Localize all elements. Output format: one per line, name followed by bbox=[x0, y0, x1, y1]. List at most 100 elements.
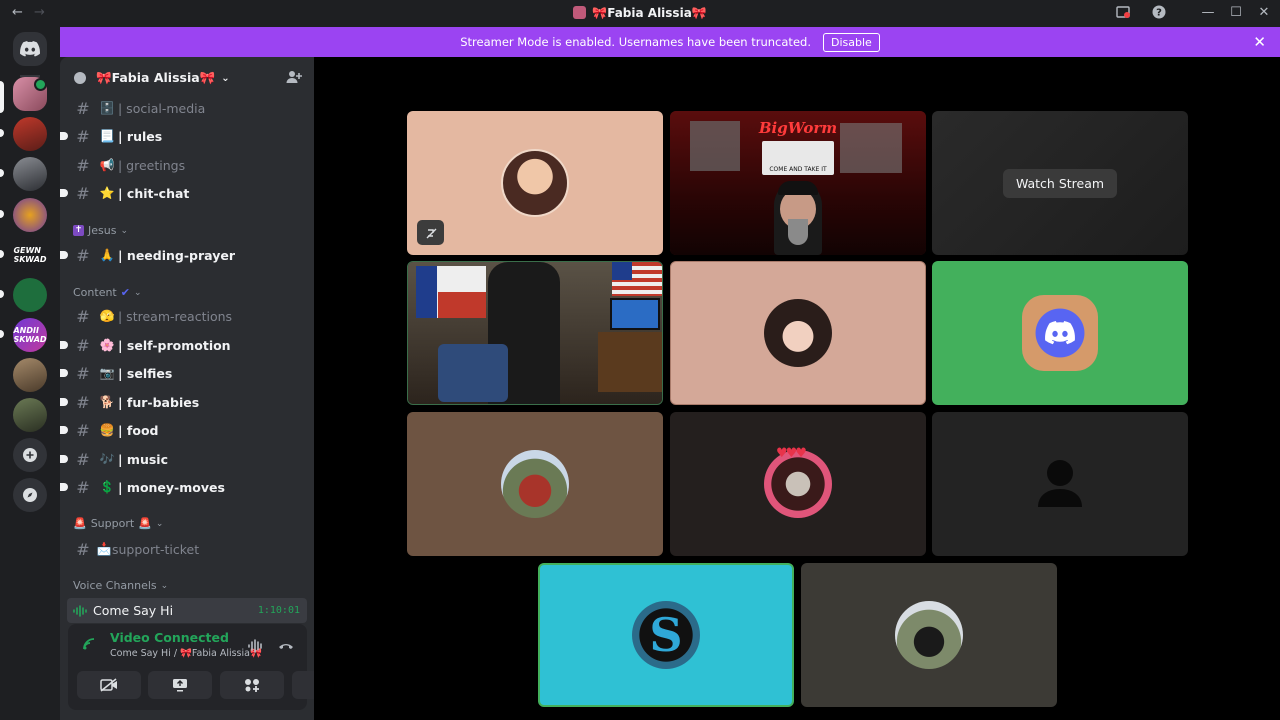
chevron-down-icon: ⌄ bbox=[155, 518, 164, 529]
channel-money-moves[interactable]: # 💲 | money-moves bbox=[60, 474, 306, 500]
discord-home-icon[interactable] bbox=[13, 32, 47, 66]
banner-message: Streamer Mode is enabled. Usernames have… bbox=[460, 35, 811, 49]
s-logo-avatar: S bbox=[632, 601, 700, 669]
guild-name: 🎀Fabia Alissia🎀 bbox=[96, 70, 216, 85]
activities-icon bbox=[245, 679, 259, 692]
voice-channel-name: Come Say Hi bbox=[93, 603, 174, 618]
participant-video-tile[interactable] bbox=[407, 261, 663, 405]
close-icon[interactable]: ✕ bbox=[1253, 33, 1266, 51]
screen-share-button[interactable] bbox=[148, 671, 212, 699]
unread-indicator bbox=[60, 483, 68, 491]
unread-indicator bbox=[60, 398, 68, 406]
unread-indicator bbox=[60, 341, 68, 349]
maximize-icon[interactable]: ☐ bbox=[1228, 5, 1244, 21]
participant-avatar bbox=[501, 149, 569, 217]
title-bar: ← → 🎀Fabia Alissia🎀 ? — ☐ ✕ bbox=[0, 0, 1280, 27]
server-avatar-icon bbox=[573, 6, 587, 19]
server-4-icon[interactable] bbox=[13, 198, 47, 232]
video-connected-status[interactable]: Video Connected bbox=[110, 630, 229, 645]
channel-music[interactable]: # 🎶 | music bbox=[60, 446, 306, 472]
hashtag-icon: # bbox=[76, 306, 90, 326]
come-and-take-it-sign: COME AND TAKE IT bbox=[762, 141, 834, 175]
participant-avatar bbox=[895, 601, 963, 669]
server-rail: GEWN SKWAD ANDII SKWAD bbox=[0, 27, 60, 720]
chevron-down-icon: ⌄ bbox=[160, 580, 169, 591]
channel-self-promotion[interactable]: # 🌸 | self-promotion bbox=[60, 332, 306, 358]
discover-icon[interactable] bbox=[13, 478, 47, 512]
participant-tile[interactable] bbox=[670, 261, 926, 405]
participant-tile[interactable] bbox=[932, 412, 1188, 556]
chevron-down-icon: ⌄ bbox=[133, 287, 142, 298]
category-voice-channels[interactable]: Voice Channels ⌄ bbox=[73, 579, 168, 592]
noise-suppression-icon[interactable] bbox=[248, 638, 264, 657]
window-close-icon[interactable]: ✕ bbox=[1256, 5, 1272, 21]
streamer-mode-banner: Streamer Mode is enabled. Usernames have… bbox=[60, 27, 1280, 57]
voice-waveform-icon bbox=[67, 604, 93, 617]
participant-tile[interactable] bbox=[407, 412, 663, 556]
video-grid: BigWorm COME AND TAKE IT Watch Stream ♥♥… bbox=[314, 57, 1280, 720]
category-support[interactable]: 🚨 Support 🚨 ⌄ bbox=[73, 517, 163, 530]
voice-connection-panel: Video Connected Come Say Hi / 🎀Fabia Ali… bbox=[68, 624, 314, 710]
unread-indicator bbox=[60, 455, 68, 463]
hashtag-icon: # bbox=[76, 245, 90, 265]
signal-icon[interactable] bbox=[82, 636, 96, 655]
server-9-icon[interactable] bbox=[13, 398, 47, 432]
hashtag-icon: # bbox=[76, 449, 90, 469]
server-andii-skwad-icon[interactable]: ANDII SKWAD bbox=[13, 318, 47, 352]
hashtag-icon: # bbox=[76, 392, 90, 412]
channel-support-ticket[interactable]: # 📩 support-ticket bbox=[68, 536, 306, 562]
back-arrow-icon[interactable]: ← bbox=[12, 5, 23, 20]
participant-video-tile[interactable]: BigWorm COME AND TAKE IT bbox=[670, 111, 926, 255]
participant-tile[interactable]: ♥♥♥ bbox=[670, 412, 926, 556]
channel-food[interactable]: # 🍔 | food bbox=[60, 417, 306, 443]
voice-channel-come-say-hi[interactable]: Come Say Hi 1:10:01 bbox=[67, 598, 307, 623]
voice-location[interactable]: Come Say Hi / 🎀Fabia Alissia🎀 bbox=[110, 648, 262, 659]
disable-button[interactable]: Disable bbox=[822, 32, 880, 52]
help-icon[interactable]: ? bbox=[1151, 5, 1167, 21]
siren-icon: 🚨 bbox=[73, 517, 87, 530]
disconnect-icon[interactable] bbox=[278, 638, 294, 657]
channel-rules[interactable]: # 📃 | rules bbox=[60, 123, 306, 149]
stream-title: BigWorm bbox=[758, 119, 838, 137]
forward-arrow-icon[interactable]: → bbox=[34, 5, 45, 20]
activities-button[interactable] bbox=[220, 671, 284, 699]
server-8-icon[interactable] bbox=[13, 358, 47, 392]
unread-indicator bbox=[60, 426, 68, 434]
hashtag-icon: # bbox=[76, 155, 90, 175]
participant-tile[interactable] bbox=[407, 111, 663, 255]
category-jesus[interactable]: ✝ Jesus ⌄ bbox=[73, 224, 128, 237]
voice-activity-badge bbox=[34, 78, 47, 91]
channel-fur-babies[interactable]: # 🐕 | fur-babies bbox=[60, 389, 306, 415]
unread-indicator bbox=[60, 132, 68, 140]
invite-people-icon[interactable] bbox=[286, 69, 302, 88]
participant-tile-speaking[interactable]: S bbox=[538, 563, 794, 707]
stream-preview-tile[interactable]: Watch Stream bbox=[932, 111, 1188, 255]
channel-stream-reactions[interactable]: # 🫣 | stream-reactions bbox=[68, 303, 306, 329]
participant-tile[interactable] bbox=[801, 563, 1057, 707]
default-user-icon bbox=[1038, 460, 1082, 507]
watch-stream-button[interactable]: Watch Stream bbox=[1002, 168, 1118, 198]
category-content[interactable]: Content ✔ ⌄ bbox=[73, 286, 142, 299]
minimize-icon[interactable]: — bbox=[1200, 5, 1216, 21]
chevron-down-icon: ⌄ bbox=[120, 225, 128, 236]
participant-tile[interactable] bbox=[932, 261, 1188, 405]
channel-selfies[interactable]: # 📷 | selfies bbox=[60, 360, 306, 386]
add-server-icon[interactable] bbox=[13, 438, 47, 472]
soundboard-button[interactable] bbox=[292, 671, 314, 699]
channel-needing-prayer[interactable]: # 🙏 | needing-prayer bbox=[60, 242, 306, 268]
siren-icon: 🚨 bbox=[138, 517, 152, 530]
guild-header[interactable]: 🎀Fabia Alissia🎀 ⌄ bbox=[60, 57, 314, 99]
server-gewn-skwad-icon[interactable]: GEWN SKWAD bbox=[13, 238, 47, 272]
hashtag-icon: # bbox=[76, 539, 90, 559]
channel-social-media[interactable]: # 🗄️ | social-media bbox=[68, 95, 306, 121]
server-badge-icon bbox=[74, 72, 86, 84]
channel-chit-chat[interactable]: # ⭐ | chit-chat bbox=[60, 180, 306, 206]
hashtag-icon: # bbox=[76, 420, 90, 440]
server-6-icon[interactable] bbox=[13, 278, 47, 312]
inbox-icon[interactable] bbox=[1115, 5, 1131, 21]
channel-greetings[interactable]: # 📢 | greetings bbox=[68, 152, 306, 178]
camera-off-button[interactable] bbox=[77, 671, 141, 699]
unread-indicator bbox=[60, 189, 68, 197]
server-2-icon[interactable] bbox=[13, 117, 47, 151]
server-3-icon[interactable] bbox=[13, 157, 47, 191]
